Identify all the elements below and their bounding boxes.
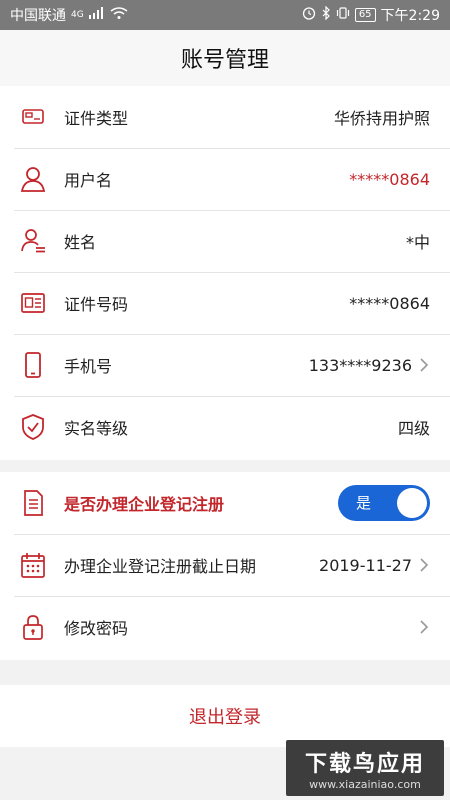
- chevron-right-icon: [420, 620, 429, 634]
- row-id-number: 证件号码 *****0864: [0, 272, 450, 334]
- row-register-deadline[interactable]: 办理企业登记注册截止日期 2019-11-27: [0, 534, 450, 596]
- account-info-card: 证件类型 华侨持用护照 用户名 *****0864 姓名 *中 证件号码 ***…: [0, 86, 450, 460]
- username-label: 用户名: [64, 171, 113, 190]
- enterprise-register-toggle[interactable]: 是: [338, 485, 430, 521]
- page-title: 账号管理: [180, 48, 269, 73]
- network-type: 4G: [71, 10, 84, 20]
- id-number-value: *****0864: [349, 293, 430, 313]
- person-name-icon: [18, 226, 48, 256]
- enterprise-register-label: 是否办理企业登记注册: [64, 495, 225, 514]
- register-deadline-label: 办理企业登记注册截止日期: [64, 557, 257, 576]
- toggle-knob: [397, 488, 427, 518]
- clock: 下午2:29: [380, 8, 440, 24]
- row-id-type: 证件类型 华侨持用护照: [0, 86, 450, 148]
- id-card-icon: [18, 102, 48, 132]
- signal-icon: [88, 7, 105, 23]
- username-value: *****0864: [349, 169, 430, 189]
- watermark-url: www.xiazainiao.com: [309, 777, 421, 791]
- row-username: 用户名 *****0864: [0, 148, 450, 210]
- logout-button[interactable]: 退出登录: [0, 685, 450, 747]
- user-icon: [18, 164, 48, 194]
- battery-level: 65: [354, 8, 376, 22]
- wifi-icon: [110, 7, 128, 23]
- watermark-logo: 下载鸟应用 www.xiazainiao.com: [286, 740, 444, 796]
- carrier-label: 中国联通: [10, 8, 66, 24]
- change-password-label: 修改密码: [64, 619, 129, 638]
- row-enterprise-register: 是否办理企业登记注册 是: [0, 472, 450, 534]
- row-name: 姓名 *中: [0, 210, 450, 272]
- alarm-icon: [302, 6, 316, 24]
- lock-icon: [18, 612, 48, 642]
- shield-check-icon: [18, 412, 48, 442]
- chevron-right-icon: [420, 358, 429, 372]
- phone-icon: [18, 350, 48, 380]
- id-number-label: 证件号码: [64, 295, 129, 314]
- verification-level-label: 实名等级: [64, 419, 129, 438]
- watermark-title: 下载鸟应用: [304, 751, 425, 777]
- name-label: 姓名: [64, 233, 97, 252]
- calendar-icon: [18, 550, 48, 580]
- id-number-icon: [18, 288, 48, 318]
- verification-level-value: 四级: [397, 419, 430, 438]
- header: 账号管理: [0, 30, 450, 86]
- name-value: *中: [405, 233, 430, 252]
- vibrate-icon: [336, 6, 350, 24]
- phone-label: 手机号: [64, 357, 113, 376]
- document-icon: [18, 488, 48, 518]
- row-phone[interactable]: 手机号 133****9236: [0, 334, 450, 396]
- logout-card: 退出登录: [0, 685, 450, 747]
- status-bar: 中国联通 4G 65 下午2:29: [0, 0, 450, 30]
- toggle-label: 是: [356, 494, 372, 512]
- register-deadline-value: 2019-11-27: [319, 555, 412, 575]
- id-type-label: 证件类型: [64, 109, 129, 128]
- chevron-right-icon: [420, 558, 429, 572]
- enterprise-card: 是否办理企业登记注册 是 办理企业登记注册截止日期 2019-11-27 修改密…: [0, 472, 450, 660]
- id-type-value: 华侨持用护照: [333, 109, 430, 128]
- bluetooth-icon: [321, 5, 331, 24]
- row-change-password[interactable]: 修改密码: [0, 596, 450, 658]
- row-verification-level: 实名等级 四级: [0, 396, 450, 458]
- phone-value: 133****9236: [308, 355, 412, 375]
